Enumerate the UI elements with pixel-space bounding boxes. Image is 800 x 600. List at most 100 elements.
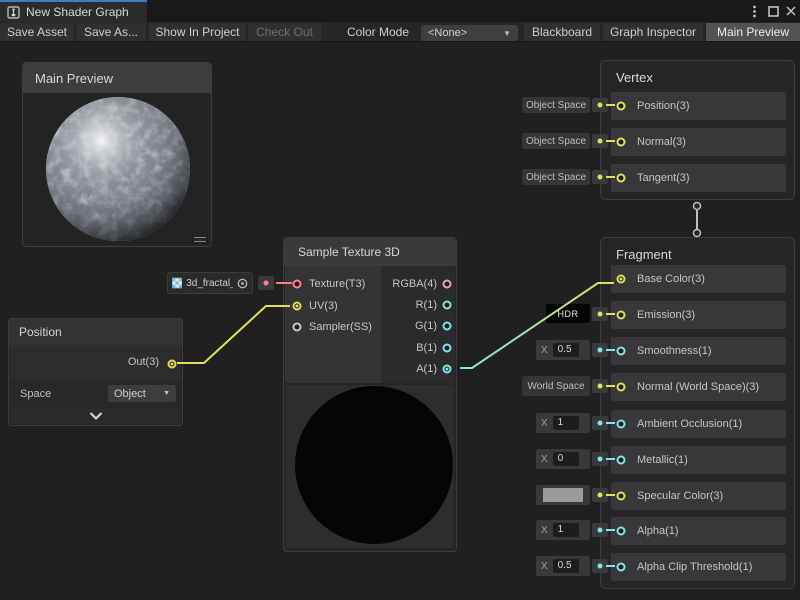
port-specular-color[interactable]: [617, 492, 626, 501]
widget-connector: [592, 307, 608, 321]
object-picker-icon[interactable]: [237, 278, 248, 289]
widget-connector: [592, 488, 608, 502]
fragment-row-metallic: Metallic(1): [611, 446, 786, 474]
port-uv-input[interactable]: [293, 302, 302, 311]
position-titlebar[interactable]: Position: [9, 319, 182, 345]
texture-object-field[interactable]: 3d_fractal_n: [167, 272, 253, 294]
port-metallic[interactable]: [617, 456, 626, 465]
binding-tangent-space[interactable]: Object Space: [522, 169, 590, 185]
ambient-occlusion-float-field[interactable]: X 1: [536, 413, 590, 433]
binding-normal-space[interactable]: Object Space: [522, 133, 590, 149]
output-label-a: A(1): [416, 363, 437, 375]
alpha-clip-float-field[interactable]: X 0.5: [536, 556, 590, 576]
close-button[interactable]: [782, 0, 800, 22]
chevron-down-icon: [89, 412, 103, 420]
binding-connector: [592, 170, 608, 184]
maximize-icon: [768, 6, 779, 17]
shader-graph-icon: [7, 6, 20, 19]
port-vertex-tangent[interactable]: [617, 174, 626, 183]
color-mode-label: Color Mode: [347, 23, 409, 41]
metallic-float-field[interactable]: X 0: [536, 449, 590, 469]
row-label: Normal (World Space)(3): [611, 381, 759, 393]
position-title: Position: [19, 325, 62, 339]
binding-connector: [592, 134, 608, 148]
port-alpha[interactable]: [617, 527, 626, 536]
space-dropdown[interactable]: Object ▼: [108, 385, 176, 402]
port-position-out[interactable]: [168, 360, 177, 369]
port-alpha-clip-threshold[interactable]: [617, 563, 626, 572]
float-value[interactable]: 1: [553, 523, 579, 537]
port-b-output[interactable]: [443, 344, 452, 353]
float-axis-label: X: [541, 454, 548, 465]
save-as-button[interactable]: Save As...: [76, 23, 146, 41]
port-rgba-output[interactable]: [443, 280, 452, 289]
resize-grip[interactable]: [194, 237, 206, 242]
main-preview-panel[interactable]: Main Preview: [22, 62, 212, 247]
float-axis-label: X: [541, 525, 548, 536]
show-in-project-button[interactable]: Show In Project: [149, 23, 246, 41]
port-normal-world-space[interactable]: [617, 383, 626, 392]
fragment-node[interactable]: Fragment Base Color(3) Emission(3) Smoot…: [600, 237, 795, 589]
binding-position-space[interactable]: Object Space: [522, 97, 590, 113]
menu-button[interactable]: [746, 0, 762, 22]
float-value[interactable]: 1: [553, 416, 579, 430]
main-preview-body: [24, 93, 210, 245]
main-preview-title: Main Preview: [35, 71, 113, 86]
color-mode-value: <None>: [428, 27, 467, 39]
output-label-g: G(1): [415, 320, 437, 332]
port-a-output[interactable]: [443, 365, 452, 374]
chevron-down-icon: ▼: [503, 29, 511, 38]
maximize-button[interactable]: [764, 0, 782, 22]
port-base-color[interactable]: [617, 275, 626, 284]
graph-inspector-button[interactable]: Graph Inspector: [603, 23, 703, 41]
fragment-row-normal-world-space: Normal (World Space)(3): [611, 373, 786, 401]
node-preview: [286, 385, 454, 548]
alpha-float-field[interactable]: X 1: [536, 520, 590, 540]
port-emission[interactable]: [617, 311, 626, 320]
normal-space-binding[interactable]: World Space: [522, 376, 590, 396]
sample-texture-titlebar[interactable]: Sample Texture 3D: [284, 238, 456, 266]
fragment-row-ambient-occlusion: Ambient Occlusion(1): [611, 410, 786, 438]
row-label: Alpha Clip Threshold(1): [611, 561, 752, 573]
port-vertex-position[interactable]: [617, 102, 626, 111]
float-value[interactable]: 0: [553, 452, 579, 466]
checkerboard-icon: [172, 277, 182, 289]
widget-connector: [592, 523, 608, 537]
node-preview-sphere: [286, 385, 456, 548]
float-value[interactable]: 0.5: [553, 559, 579, 573]
main-preview-button[interactable]: Main Preview: [706, 23, 800, 41]
port-vertex-normal[interactable]: [617, 138, 626, 147]
smoothness-float-field[interactable]: X 0.5: [536, 340, 590, 360]
tab-bar: New Shader Graph: [0, 0, 800, 22]
color-swatch: [543, 488, 583, 502]
port-sampler-input[interactable]: [293, 323, 302, 332]
port-r-output[interactable]: [443, 301, 452, 310]
input-label-uv: UV(3): [309, 300, 338, 312]
fragment-row-smoothness: Smoothness(1): [611, 337, 786, 365]
tab-new-shader-graph[interactable]: New Shader Graph: [0, 0, 147, 22]
position-node[interactable]: Position Out(3) Space Object ▼: [8, 318, 183, 426]
port-g-output[interactable]: [443, 322, 452, 331]
port-smoothness[interactable]: [617, 347, 626, 356]
output-label-r: R(1): [416, 299, 437, 311]
float-value[interactable]: 0.5: [553, 343, 579, 357]
widget-connector: [592, 416, 608, 430]
input-label-sampler: Sampler(SS): [309, 321, 372, 333]
port-ambient-occlusion[interactable]: [617, 420, 626, 429]
port-texture-input[interactable]: [293, 280, 302, 289]
output-label-out: Out(3): [128, 356, 159, 368]
shader-graph-window: New Shader Graph Save Asset Save As... S…: [0, 0, 800, 600]
space-label: Space: [20, 388, 51, 400]
chevron-down-icon: ▼: [163, 390, 170, 397]
specular-color-field[interactable]: [536, 485, 590, 505]
vertex-node[interactable]: Vertex Position(3) Normal(3) Tangent(3): [600, 60, 795, 200]
blackboard-button[interactable]: Blackboard: [524, 23, 600, 41]
sample-texture-3d-node[interactable]: Sample Texture 3D Texture(T3) UV(3) Samp…: [283, 237, 457, 552]
input-label-texture: Texture(T3): [309, 278, 365, 290]
main-preview-titlebar[interactable]: Main Preview: [23, 63, 211, 93]
position-collapse-row[interactable]: [10, 408, 181, 424]
position-output-row: Out(3): [10, 345, 181, 379]
color-mode-dropdown[interactable]: <None> ▼: [421, 25, 518, 41]
save-asset-button[interactable]: Save Asset: [0, 23, 74, 41]
preview-sphere: [45, 96, 191, 242]
